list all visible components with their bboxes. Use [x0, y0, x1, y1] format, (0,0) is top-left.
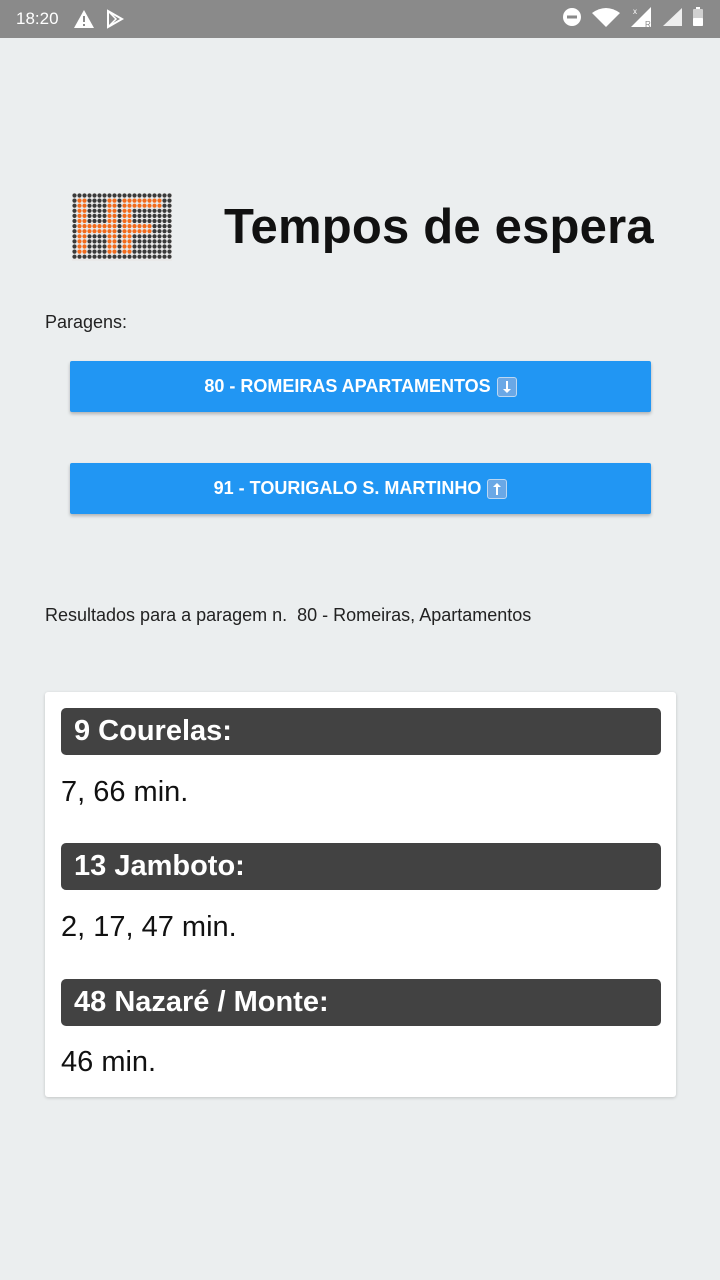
stop-button-romeiras[interactable]: 80 - ROMEIRAS APARTAMENTOS: [70, 361, 651, 412]
stop-button-label: 91 - TOURIGALO S. MARTINHO: [213, 478, 482, 498]
svg-text:R: R: [645, 20, 651, 28]
line-header-jamboto: 13 Jamboto:: [61, 843, 661, 890]
results-label: Resultados para a paragem n. 80 - Romeir…: [45, 605, 532, 625]
stop-button-label: 80 - ROMEIRAS APARTAMENTOS: [204, 376, 491, 396]
signal-icon: xR: [630, 6, 654, 33]
warning-icon: [73, 9, 95, 29]
app-header: Tempos de espera: [72, 192, 692, 262]
signal-icon-2: [662, 7, 684, 32]
battery-icon: [692, 6, 704, 32]
wifi-icon: [590, 7, 622, 32]
play-store-icon: [105, 9, 125, 29]
status-bar: 18:20 xR: [0, 0, 720, 38]
arrow-down-icon: [496, 376, 517, 397]
line-header-courelas: 9 Courelas:: [61, 708, 661, 755]
line-times-courelas: 7, 66 min.: [61, 776, 189, 808]
results-card: 9 Courelas: 7, 66 min. 13 Jamboto: 2, 17…: [45, 692, 676, 1097]
stop-button-tourigalo[interactable]: 91 - TOURIGALO S. MARTINHO: [70, 463, 651, 514]
line-times-jamboto: 2, 17, 47 min.: [61, 911, 237, 943]
line-times-nazare-monte: 46 min.: [61, 1046, 157, 1078]
page-title: Tempos de espera: [224, 200, 654, 254]
svg-text:x: x: [633, 7, 637, 16]
arrow-up-icon: [487, 478, 508, 499]
line-header-nazare-monte: 48 Nazaré / Monte:: [61, 979, 661, 1026]
hf-logo: [72, 193, 172, 261]
stops-label: Paragens:: [45, 312, 128, 332]
status-time: 18:20: [16, 9, 59, 28]
do-not-disturb-icon: [562, 7, 582, 32]
